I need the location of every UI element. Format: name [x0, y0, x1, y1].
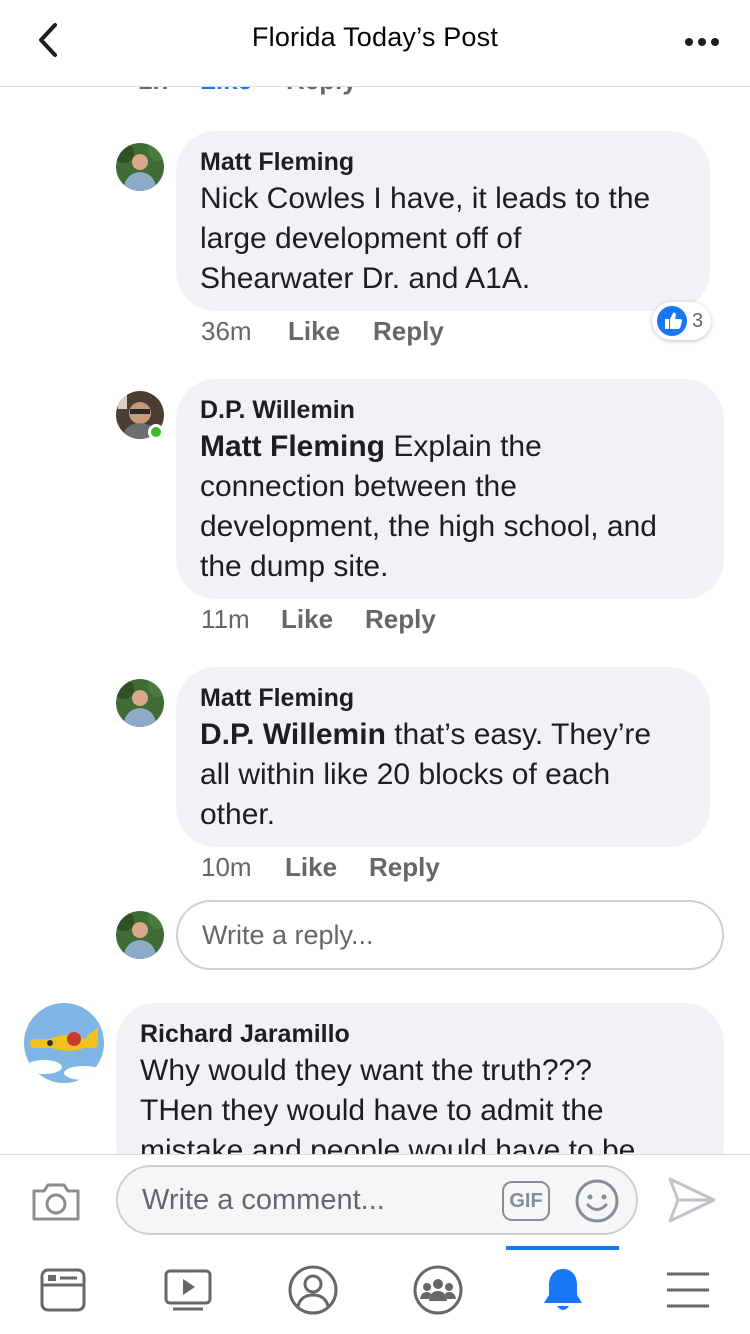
back-button[interactable] [28, 18, 68, 62]
like-action[interactable]: Like [285, 852, 337, 883]
reply-placeholder: Write a reply... [202, 920, 374, 950]
chevron-left-icon [39, 23, 57, 57]
menu-icon [666, 1272, 709, 1308]
news-feed-icon [40, 1268, 85, 1312]
comment-time: 11m [201, 604, 250, 634]
avatar[interactable] [116, 143, 164, 191]
profile-icon [288, 1265, 337, 1315]
tab-profile[interactable] [250, 1246, 375, 1334]
comment-author[interactable]: Matt Fleming [200, 145, 686, 179]
tab-groups[interactable] [375, 1246, 500, 1334]
comment-actions: 11m Like Reply [0, 604, 750, 638]
emoji-button[interactable] [574, 1178, 620, 1224]
bottom-tab-bar [0, 1246, 750, 1334]
emoji-icon [575, 1179, 619, 1223]
notifications-bell-icon [543, 1269, 582, 1310]
comment-time: 36m [201, 316, 252, 346]
comment-author[interactable]: D.P. Willemin [200, 393, 700, 427]
comment-input[interactable]: Write a comment... GIF [116, 1165, 638, 1235]
reply-input[interactable]: Write a reply... [176, 900, 724, 970]
page-title: Florida Today’s Post [251, 22, 499, 52]
comment-text: Matt Fleming Explain the connection betw… [200, 430, 657, 583]
comment-composer: Write a comment... GIF [0, 1154, 750, 1247]
tab-menu[interactable] [625, 1246, 750, 1334]
video-icon [164, 1269, 211, 1311]
tab-notifications[interactable] [500, 1246, 625, 1334]
comment-author[interactable]: Matt Fleming [200, 681, 686, 715]
current-user-avatar [116, 911, 164, 959]
send-button[interactable] [666, 1175, 718, 1225]
like-action[interactable]: Like [288, 316, 340, 347]
avatar[interactable] [24, 1003, 104, 1083]
camera-icon [32, 1183, 80, 1221]
like-action[interactable]: Like [281, 604, 333, 635]
comment-text: Nick Cowles I have, it leads to the larg… [200, 182, 651, 295]
comment-text: Why would they want the truth??? THen th… [140, 1054, 636, 1167]
send-icon [668, 1177, 716, 1223]
more-options-button[interactable] [672, 22, 732, 62]
reply-action[interactable]: Reply [365, 604, 436, 635]
top-bar: Florida Today’s Post [0, 0, 750, 87]
comment-bubble[interactable]: D.P. Willemin Matt Fleming Explain the c… [176, 379, 724, 599]
like-action[interactable]: Like [200, 87, 252, 96]
online-status-indicator [148, 424, 164, 440]
comment-placeholder: Write a comment... [142, 1184, 385, 1216]
more-horizontal-icon [685, 38, 719, 46]
reply-action[interactable]: Reply [286, 87, 357, 96]
mention-link[interactable]: D.P. Willemin [200, 718, 386, 751]
mention-link[interactable]: Matt Fleming [200, 430, 385, 463]
comment-bubble[interactable]: Matt Fleming Nick Cowles I have, it lead… [176, 131, 710, 311]
comment-actions: 10m Like Reply [0, 852, 750, 886]
avatar[interactable] [116, 679, 164, 727]
groups-icon [413, 1265, 462, 1315]
comment-actions: 36m Like Reply [0, 316, 750, 350]
comment-bubble[interactable]: Matt Fleming D.P. Willemin that’s easy. … [176, 667, 710, 847]
gif-button[interactable]: GIF [502, 1181, 550, 1221]
tab-news-feed[interactable] [0, 1246, 125, 1334]
comment-time: 1h [138, 87, 168, 96]
tab-video[interactable] [125, 1246, 250, 1334]
comment-author[interactable]: Richard Jaramillo [140, 1017, 700, 1051]
reaction-summary[interactable]: 3 [652, 302, 712, 340]
reply-action[interactable]: Reply [369, 852, 440, 883]
previous-comment-actions: 1h Like Reply [0, 87, 750, 101]
thumbs-up-icon [657, 306, 687, 336]
reply-action[interactable]: Reply [373, 316, 444, 347]
reaction-count: 3 [692, 309, 704, 332]
gif-label: GIF [509, 1189, 543, 1212]
comment-text: D.P. Willemin that’s easy. They’re all w… [200, 718, 652, 831]
comment-time: 10m [201, 852, 252, 882]
camera-button[interactable] [30, 1177, 82, 1225]
